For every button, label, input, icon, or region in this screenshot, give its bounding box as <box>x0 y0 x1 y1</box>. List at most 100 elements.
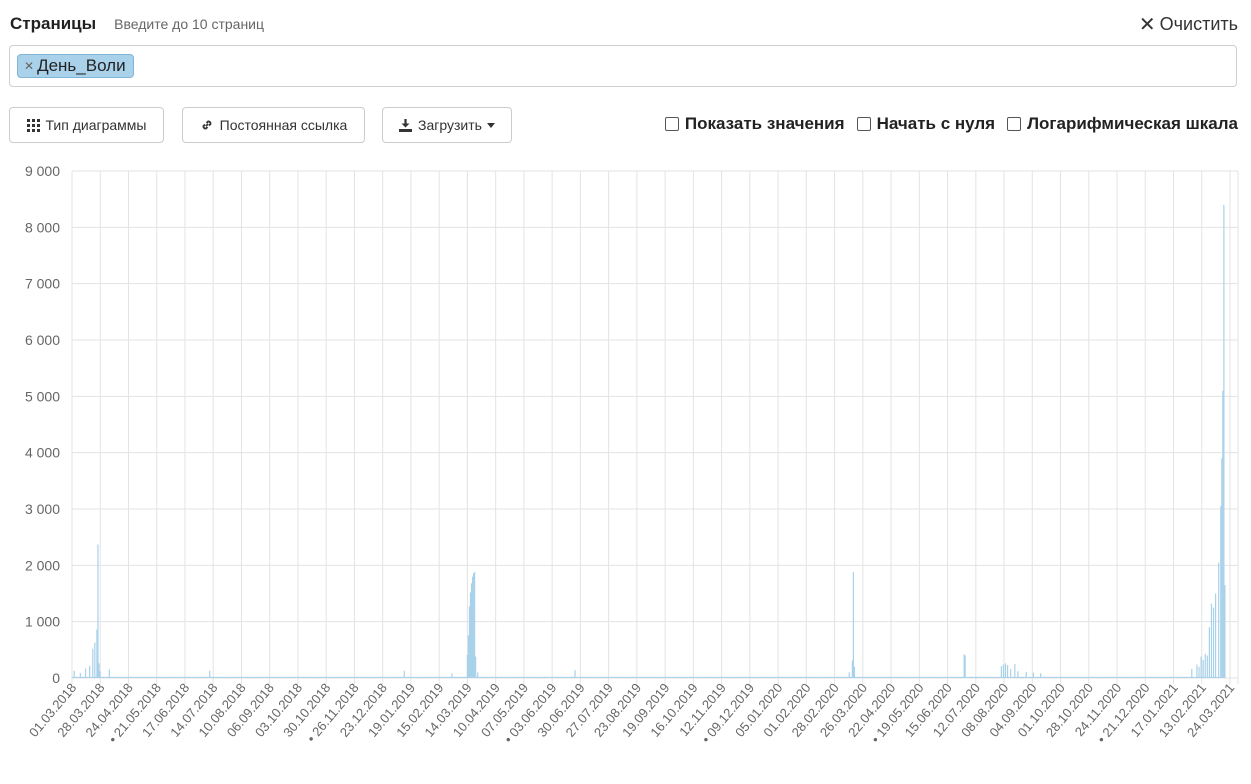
bar <box>381 676 384 678</box>
bar <box>528 676 531 678</box>
bar <box>557 676 560 678</box>
bar <box>1140 676 1142 678</box>
bar <box>668 676 670 678</box>
bar <box>149 676 151 678</box>
bar <box>278 676 280 678</box>
bar <box>1178 676 1180 678</box>
begin-at-zero-option[interactable]: Начать с нуля <box>856 114 995 134</box>
bar <box>1098 676 1100 678</box>
begin-at-zero-checkbox[interactable] <box>856 117 871 131</box>
bar <box>173 676 176 678</box>
bar <box>234 676 237 678</box>
bar <box>1183 676 1186 678</box>
bar <box>685 676 687 678</box>
bar <box>447 676 449 678</box>
log-scale-option[interactable]: Логарифмическая шкала <box>1007 114 1238 134</box>
bar <box>806 676 808 678</box>
bar <box>1174 676 1176 678</box>
page-tag[interactable]: ✕ День_Воли <box>17 54 134 78</box>
bar <box>133 676 135 678</box>
bar <box>772 676 774 678</box>
bar <box>84 668 87 678</box>
bar <box>107 676 109 678</box>
bar <box>170 676 173 678</box>
bar <box>93 676 95 678</box>
remove-tag-icon[interactable]: ✕ <box>24 59 34 73</box>
bar <box>298 676 300 678</box>
bar <box>131 676 133 678</box>
bar <box>180 676 182 678</box>
bar <box>291 676 294 678</box>
clear-button[interactable]: ✕ Очистить <box>1139 14 1238 35</box>
bar <box>1163 676 1165 678</box>
bar <box>442 676 445 678</box>
bar <box>476 676 478 678</box>
download-button[interactable]: Загрузить <box>382 107 512 143</box>
bar <box>396 676 398 678</box>
bar <box>252 676 254 678</box>
show-values-checkbox[interactable] <box>664 117 679 131</box>
bar <box>620 676 623 678</box>
bar <box>1119 676 1121 678</box>
bar <box>270 676 272 678</box>
bar <box>930 676 932 678</box>
bar <box>574 670 576 678</box>
bar <box>1134 676 1136 678</box>
pages-input[interactable]: ✕ День_Воли <box>9 45 1237 87</box>
bar <box>851 660 853 678</box>
show-values-option[interactable]: Показать значения <box>664 114 845 134</box>
permalink-button[interactable]: Постоянная ссылка <box>182 107 365 143</box>
bar <box>473 573 475 678</box>
bar <box>683 676 685 678</box>
bar <box>787 676 789 678</box>
bar <box>1052 676 1054 678</box>
bar <box>792 676 794 678</box>
bar <box>805 676 807 678</box>
bar <box>1033 676 1036 678</box>
bar <box>471 576 474 678</box>
bar <box>1084 676 1086 678</box>
bar <box>1028 676 1030 678</box>
bar <box>694 676 696 678</box>
bar <box>1097 676 1099 678</box>
bar <box>430 676 432 678</box>
log-scale-checkbox[interactable] <box>1007 117 1022 131</box>
bar <box>993 676 995 678</box>
bar <box>427 676 429 678</box>
bar <box>902 676 904 678</box>
bar <box>1108 676 1110 678</box>
bar <box>1010 668 1012 678</box>
bar <box>280 676 282 678</box>
bar <box>610 676 612 678</box>
bar <box>929 676 931 678</box>
bar <box>593 676 595 678</box>
bar <box>689 676 691 678</box>
bar <box>87 676 89 678</box>
bar <box>1041 676 1043 678</box>
bar <box>225 676 227 678</box>
bar <box>909 676 911 678</box>
bar <box>74 676 76 678</box>
bar <box>1154 676 1157 678</box>
bar <box>1218 562 1220 678</box>
bar <box>544 676 546 678</box>
bar <box>99 671 101 678</box>
bar <box>508 676 510 678</box>
chart-type-button[interactable]: Тип диаграммы <box>9 107 164 143</box>
bar <box>869 676 871 678</box>
bar <box>838 676 840 678</box>
bar <box>860 676 862 678</box>
clear-label: Очистить <box>1159 14 1238 34</box>
bar <box>158 676 160 678</box>
bar <box>1169 676 1171 678</box>
bar <box>1182 676 1185 678</box>
bar <box>125 676 127 678</box>
bar <box>581 676 583 678</box>
bar <box>165 676 167 678</box>
bar <box>292 676 295 678</box>
bar <box>729 676 731 678</box>
bar <box>295 676 297 678</box>
bar <box>536 676 538 678</box>
bar <box>529 676 532 678</box>
bar <box>1179 676 1182 678</box>
